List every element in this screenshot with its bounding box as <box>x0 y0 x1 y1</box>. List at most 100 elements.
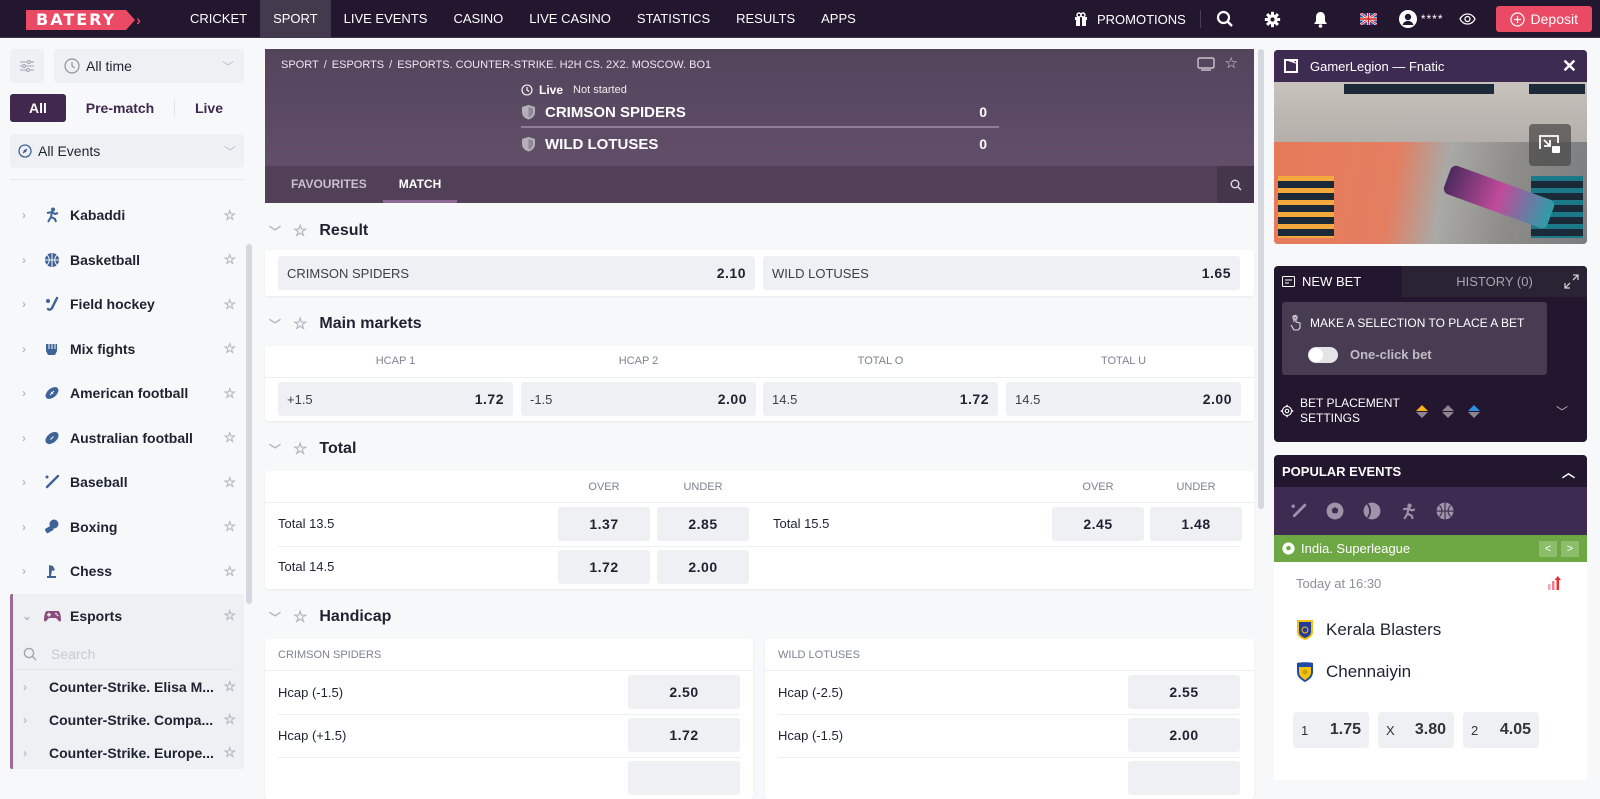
segment-live[interactable]: Live <box>175 94 243 122</box>
sport-item-mix-fights[interactable]: › Mix fights ☆ <box>10 327 244 372</box>
nav-results[interactable]: RESULTS <box>723 0 808 38</box>
breadcrumb-sport[interactable]: SPORT <box>281 59 319 71</box>
sport-item-chess[interactable]: › Chess ☆ <box>10 549 244 594</box>
stream-video[interactable] <box>1274 82 1587 244</box>
search-icon[interactable] <box>1201 0 1249 38</box>
favorite-star-icon[interactable]: ☆ <box>223 385 236 402</box>
esports-search-input[interactable]: Search <box>13 638 234 670</box>
favorite-star-icon[interactable]: ☆ <box>223 207 236 224</box>
expand-icon[interactable] <box>1564 274 1579 289</box>
favorite-star-icon[interactable]: ☆ <box>223 518 236 535</box>
odd-button[interactable]: 1.48 <box>1150 507 1242 541</box>
tab-match[interactable]: MATCH <box>382 166 458 203</box>
odd-button[interactable]: 2.85 <box>657 507 749 541</box>
basketball-icon[interactable] <box>1436 502 1454 520</box>
odds-any-option-icon[interactable] <box>1442 404 1454 418</box>
tab-new-bet[interactable]: NEW BET <box>1274 266 1402 297</box>
league-item[interactable]: › Counter-Strike. Elisa M... ☆ <box>13 670 244 703</box>
time-filter-select[interactable]: All time ﹀ <box>54 49 244 83</box>
nav-cricket[interactable]: CRICKET <box>177 0 260 38</box>
popular-events-header[interactable]: POPULAR EVENTS ︿ <box>1274 455 1587 487</box>
sport-item-field-hockey[interactable]: › Field hockey ☆ <box>10 282 244 327</box>
market-search-button[interactable] <box>1217 166 1254 203</box>
favorite-star-icon[interactable]: ☆ <box>223 678 236 695</box>
event-team-away[interactable]: Chennaiyin <box>1296 660 1411 684</box>
sport-item-american-football[interactable]: › American football ☆ <box>10 371 244 416</box>
favorite-match-star-icon[interactable]: ☆ <box>1225 56 1238 71</box>
nav-statistics[interactable]: STATISTICS <box>624 0 723 38</box>
chevron-up-icon[interactable]: ︿ <box>1562 462 1575 481</box>
nav-live-events[interactable]: LIVE EVENTS <box>331 0 441 38</box>
filter-settings-button[interactable] <box>10 49 44 83</box>
sport-item-esports[interactable]: ⌄ Esports ☆ <box>13 594 244 639</box>
sport-item-kabaddi[interactable]: › Kabaddi ☆ <box>10 193 244 238</box>
cricket-icon[interactable] <box>1290 503 1307 520</box>
nav-sport[interactable]: SPORT <box>260 0 331 38</box>
statistics-icon[interactable] <box>1547 576 1561 590</box>
eye-icon[interactable] <box>1450 0 1486 38</box>
event-team-home[interactable]: Kerala Blasters <box>1296 618 1441 642</box>
tab-history[interactable]: HISTORY (0) <box>1402 266 1587 297</box>
market-header-total[interactable]: ﹀ ☆ Total <box>265 434 356 464</box>
favorite-star-icon[interactable]: ☆ <box>223 563 236 580</box>
favorite-star-icon[interactable]: ☆ <box>223 711 236 728</box>
sport-item-basketball[interactable]: › Basketball ☆ <box>10 238 244 283</box>
odd-button[interactable]: 14.5 2.00 <box>1006 382 1241 416</box>
odd-button[interactable]: 1.72 <box>628 718 740 752</box>
odd-button-away[interactable]: 2 4.05 <box>1463 712 1539 748</box>
next-league-button[interactable]: > <box>1561 540 1579 557</box>
sidebar-scrollbar[interactable] <box>246 244 252 604</box>
odd-button-draw[interactable]: X 3.80 <box>1378 712 1454 748</box>
chevron-down-icon[interactable]: ﹀ <box>1556 403 1568 420</box>
odd-button[interactable]: 1.37 <box>558 507 650 541</box>
odd-button[interactable]: 2.55 <box>1128 675 1240 709</box>
odd-button-home[interactable]: 1 1.75 <box>1293 712 1369 748</box>
nav-apps[interactable]: APPS <box>808 0 869 38</box>
logo[interactable]: BATERY › <box>26 9 141 30</box>
segment-all[interactable]: All <box>10 94 66 122</box>
favorite-star-icon[interactable]: ☆ <box>223 744 236 761</box>
odd-button[interactable]: CRIMSON SPIDERS 2.10 <box>278 256 755 290</box>
odd-button[interactable]: 2.45 <box>1052 507 1144 541</box>
events-filter-select[interactable]: All Events ﹀ <box>10 134 244 168</box>
football-icon[interactable] <box>1326 502 1344 520</box>
favorite-star-icon[interactable]: ☆ <box>223 340 236 357</box>
odds-up-option-icon[interactable] <box>1416 404 1428 418</box>
one-click-bet-toggle[interactable] <box>1308 347 1338 363</box>
favorite-star-icon[interactable]: ☆ <box>223 429 236 446</box>
odd-button[interactable]: 14.5 1.72 <box>763 382 998 416</box>
favorite-star-icon[interactable]: ☆ <box>223 296 236 313</box>
favorite-star-icon[interactable]: ☆ <box>293 221 307 241</box>
prev-league-button[interactable]: < <box>1539 540 1557 557</box>
nav-live-casino[interactable]: LIVE CASINO <box>516 0 624 38</box>
tennis-icon[interactable] <box>1363 502 1381 520</box>
favorite-star-icon[interactable]: ☆ <box>293 439 307 459</box>
sport-item-baseball[interactable]: › Baseball ☆ <box>10 460 244 505</box>
nav-casino[interactable]: CASINO <box>440 0 516 38</box>
picture-in-picture-icon[interactable] <box>1529 124 1571 166</box>
favorite-star-icon[interactable]: ☆ <box>293 607 307 627</box>
odd-button[interactable]: 2.50 <box>628 675 740 709</box>
favorite-star-icon[interactable]: ☆ <box>223 607 236 624</box>
breadcrumb-esports[interactable]: ESPORTS <box>332 59 384 71</box>
favorite-star-icon[interactable]: ☆ <box>223 474 236 491</box>
sport-item-australian-football[interactable]: › Australian football ☆ <box>10 416 244 461</box>
language-uk-flag-icon[interactable] <box>1345 0 1393 38</box>
market-header-handicap[interactable]: ﹀ ☆ Handicap <box>265 602 391 632</box>
odd-button[interactable]: +1.5 1.72 <box>278 382 513 416</box>
odd-button[interactable] <box>1128 761 1240 795</box>
breadcrumb-league[interactable]: ESPORTS. COUNTER-STRIKE. H2H CS. 2X2. MO… <box>397 59 711 71</box>
odd-button[interactable]: 1.72 <box>558 550 650 584</box>
odd-button[interactable]: 2.00 <box>1128 718 1240 752</box>
odd-button[interactable]: 2.00 <box>657 550 749 584</box>
main-scrollbar[interactable] <box>1258 49 1264 509</box>
favorite-star-icon[interactable]: ☆ <box>293 314 307 334</box>
market-header-main[interactable]: ﹀ ☆ Main markets <box>265 309 422 339</box>
promotions-link[interactable]: PROMOTIONS <box>1074 10 1201 28</box>
segment-pre-match[interactable]: Pre-match <box>66 94 174 122</box>
odd-button[interactable]: -1.5 2.00 <box>521 382 756 416</box>
bell-icon[interactable] <box>1297 0 1345 38</box>
kabaddi-icon[interactable] <box>1400 503 1417 520</box>
odds-none-option-icon[interactable] <box>1468 404 1480 418</box>
gear-icon[interactable] <box>1249 0 1297 38</box>
